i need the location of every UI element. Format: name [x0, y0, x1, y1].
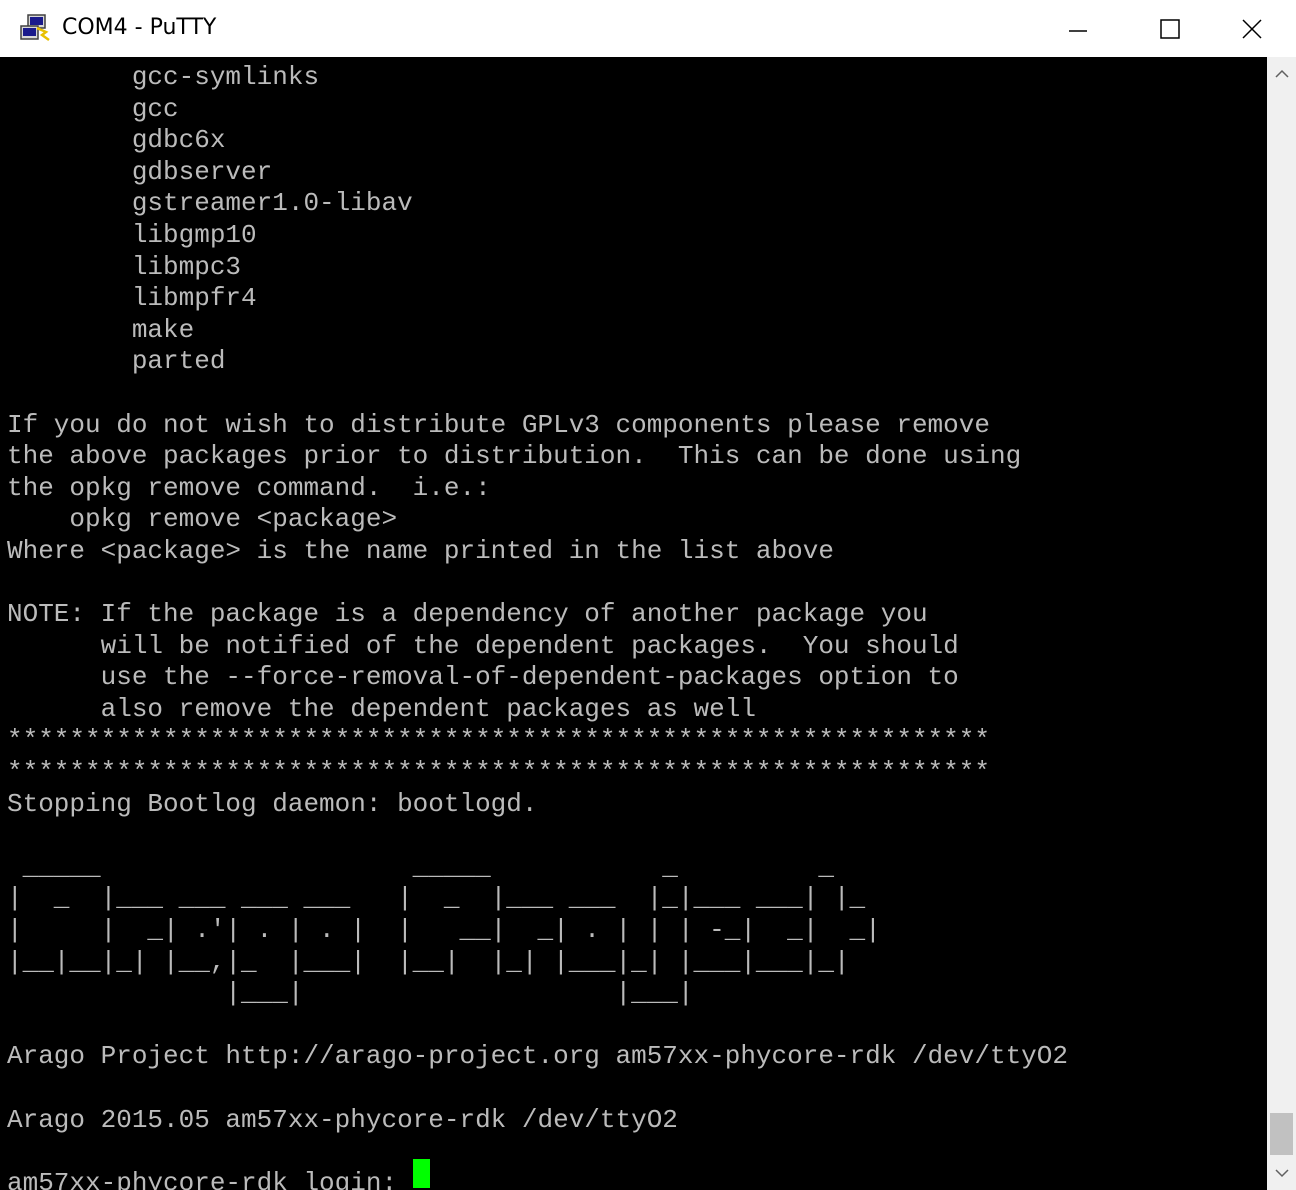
scroll-down-button[interactable] — [1267, 1156, 1296, 1190]
chevron-down-icon — [1274, 1169, 1289, 1178]
terminal-line: |__|__|_| |__,|_ |___| |__| |_| |___|_| … — [7, 946, 850, 977]
terminal-line: | _ |___ ___ ___ ___ | _ |___ ___ |_|___… — [7, 883, 866, 914]
terminal-line: gcc-symlinks — [7, 62, 320, 92]
terminal-line: Arago 2015.05 am57xx-phycore-rdk /dev/tt… — [7, 1104, 678, 1135]
maximize-icon — [1160, 18, 1180, 39]
window-title: COM4 - PuTTY — [62, 15, 217, 40]
terminal-line: ****************************************… — [7, 725, 990, 756]
terminal-line: libgmp10 — [7, 219, 257, 250]
terminal-line: am57xx-phycore-rdk login: — [7, 1167, 413, 1190]
close-icon — [1242, 18, 1262, 39]
maximize-button[interactable] — [1124, 0, 1216, 57]
terminal-line: gcc — [7, 93, 179, 124]
terminal-line: libmpc3 — [7, 251, 242, 282]
terminal-line: NOTE: If the package is a dependency of … — [7, 599, 928, 630]
terminal-line: Stopping Bootlog daemon: bootlogd. — [7, 788, 538, 819]
putty-icon[interactable] — [20, 14, 52, 42]
terminal-line: If you do not wish to distribute GPLv3 c… — [7, 409, 990, 440]
minimize-icon — [1069, 29, 1087, 32]
terminal-line: Arago Project http://arago-project.org a… — [7, 1041, 1068, 1072]
vertical-scrollbar[interactable] — [1267, 57, 1296, 1190]
terminal-line: gdbserver — [7, 156, 273, 187]
chevron-up-icon — [1274, 69, 1289, 78]
terminal-line: | | _| .'| . | . | | __| _| . | | | -_| … — [7, 915, 881, 946]
terminal-line: also remove the dependent packages as we… — [7, 693, 756, 724]
terminal-line: gstreamer1.0-libav — [7, 188, 413, 219]
close-button[interactable] — [1208, 0, 1296, 57]
scroll-thumb[interactable] — [1270, 1113, 1293, 1155]
terminal-area[interactable]: gcc-symlinks gcc gdbc6x gdbserver gstrea… — [0, 57, 1267, 1190]
terminal-line: |___| |___| — [7, 978, 694, 1009]
putty-window: COM4 - PuTTY gcc-symlinks gcc gdbc6x gdb… — [0, 0, 1296, 1190]
terminal-line: the above packages prior to distribution… — [7, 441, 1022, 472]
terminal-line: parted — [7, 346, 226, 377]
terminal-line: will be notified of the dependent packag… — [7, 630, 959, 661]
title-bar[interactable]: COM4 - PuTTY — [0, 0, 1296, 57]
terminal-line: gdbc6x — [7, 125, 226, 156]
terminal-output: gcc-symlinks gcc gdbc6x gdbserver gstrea… — [7, 62, 1068, 1190]
scroll-up-button[interactable] — [1267, 57, 1296, 91]
terminal-line: opkg remove <package> — [7, 504, 398, 535]
minimize-button[interactable] — [1032, 0, 1124, 57]
terminal-cursor — [413, 1159, 430, 1188]
terminal-line: use the --force-removal-of-dependent-pac… — [7, 662, 959, 693]
terminal-line: make — [7, 314, 195, 345]
terminal-line: libmpfr4 — [7, 283, 257, 314]
terminal-line: ****************************************… — [7, 757, 990, 788]
terminal-line: _____ _____ _ _ — [7, 851, 834, 882]
terminal-line: Where <package> is the name printed in t… — [7, 535, 834, 566]
terminal-line: the opkg remove command. i.e.: — [7, 472, 491, 503]
